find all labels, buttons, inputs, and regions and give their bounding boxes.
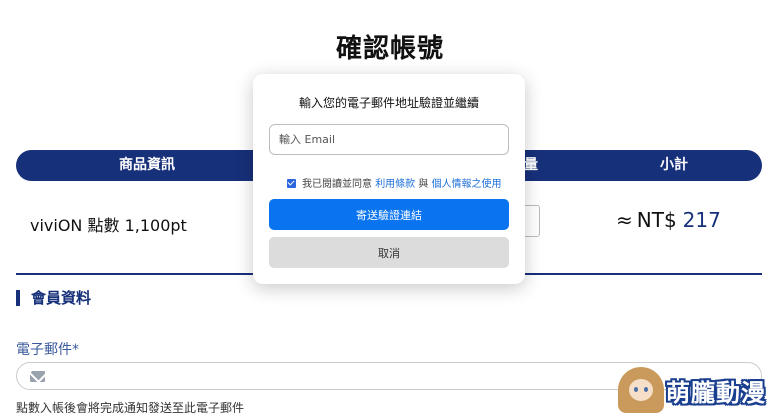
mascot-face	[629, 379, 653, 401]
page-title: 確認帳號	[335, 34, 444, 64]
agree-and: 與	[418, 179, 429, 190]
currency-label: NT$	[636, 208, 677, 232]
mascot-eye-right	[644, 387, 648, 392]
verify-email-modal: 輸入您的電子郵件地址驗證並繼續 我已閱讀並同意 利用條款 與 個人情報之使用 寄…	[253, 74, 525, 284]
agree-checkbox[interactable]	[287, 179, 296, 188]
privacy-link[interactable]: 個人情報之使用	[432, 179, 502, 190]
header-product: 商品資訊	[119, 157, 175, 173]
approx-symbol: ≈	[616, 208, 633, 232]
modal-title: 輸入您的電子郵件地址驗證並繼續	[298, 96, 479, 110]
subtotal-price: ≈ NT$ 217	[616, 208, 721, 232]
header-subtotal: 小計	[660, 157, 688, 173]
terms-link[interactable]: 利用條款	[375, 179, 415, 190]
email-field-label: 電子郵件*	[16, 342, 79, 358]
watermark-logo: 萌朧動漫	[614, 365, 780, 413]
watermark-text: 萌朧動漫	[666, 379, 766, 407]
product-name: viviON 點數 1,100pt	[30, 216, 187, 235]
envelope-icon	[30, 371, 45, 382]
agree-row: 我已閱讀並同意 利用條款 與 個人情報之使用	[287, 175, 502, 190]
mascot-eye-left	[634, 387, 638, 392]
email-input[interactable]	[269, 124, 509, 155]
member-section-title: 會員資料	[16, 290, 91, 306]
subtotal-amount: 217	[682, 208, 721, 232]
email-hint-text: 點數入帳後會將完成通知發送至此電子郵件	[16, 401, 245, 413]
agree-prefix: 我已閱讀並同意	[302, 179, 372, 190]
send-verification-button[interactable]: 寄送驗證連結	[269, 199, 509, 230]
cancel-button[interactable]: 取消	[269, 237, 509, 268]
